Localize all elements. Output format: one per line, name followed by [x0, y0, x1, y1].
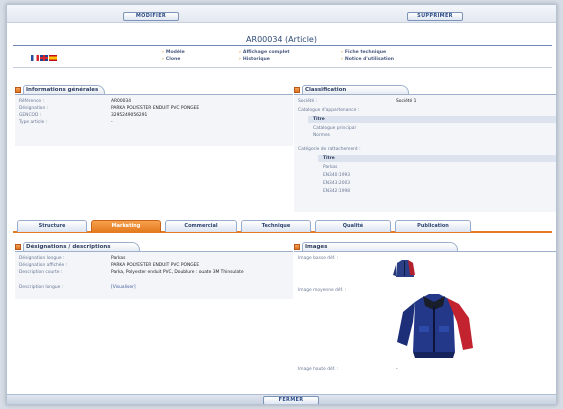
parka-thumbnail-small[interactable] — [392, 257, 418, 281]
section-icon — [294, 86, 300, 93]
tab-structure[interactable]: Structure — [17, 220, 87, 232]
french-flag-icon[interactable] — [31, 55, 39, 61]
link-notice[interactable]: › Notice d'utilisation — [341, 57, 394, 62]
images-panel: Image basse déf. : Image moyenne déf. : … — [294, 251, 556, 379]
section-tabs: Structure Marketing Commercial Technique… — [13, 220, 552, 233]
rattachement-item: EN340:1993 — [323, 173, 351, 178]
english-flag-icon[interactable] — [40, 55, 48, 61]
designations-panel: Désignation longue : Parkas Désignation … — [15, 251, 293, 299]
rattachement-item: Parkas — [323, 165, 338, 170]
arrow-icon: › — [341, 50, 343, 55]
close-button[interactable]: FERMER — [263, 396, 319, 404]
title-divider — [13, 45, 552, 46]
link-clone[interactable]: › Clone — [162, 57, 180, 62]
arrow-icon: › — [162, 57, 164, 62]
spanish-flag-icon[interactable] — [49, 55, 57, 61]
designations-header: Désignations / descriptions — [15, 242, 140, 251]
top-toolbar: MODIFIER SUPPRIMER — [7, 5, 556, 23]
general-info-header: Informations générales — [15, 85, 106, 94]
classification-panel: Société : Société 1 Catalogue d'apparten… — [294, 94, 556, 212]
parka-image-medium[interactable] — [393, 292, 475, 364]
catalogue-item: Catalogue principal — [313, 126, 356, 131]
section-icon — [294, 243, 300, 250]
arrow-icon: › — [162, 50, 164, 55]
tab-marketing[interactable]: Marketing — [91, 220, 161, 232]
classification-header: Classification — [294, 85, 410, 94]
catalogue-item: Normes — [313, 133, 330, 138]
rattachement-item: EN343:2003 — [323, 181, 351, 186]
link-affichage-complet[interactable]: › Affichage complet — [239, 50, 290, 55]
arrow-icon: › — [341, 57, 343, 62]
arrow-icon: › — [239, 50, 241, 55]
bottom-toolbar: FERMER — [7, 394, 556, 404]
links-divider — [13, 67, 552, 68]
images-header: Images — [294, 242, 459, 251]
tab-technique[interactable]: Technique — [241, 220, 311, 232]
rattachement-item: EN342:1998 — [323, 189, 351, 194]
arrow-icon: › — [239, 57, 241, 62]
rattachement-title-bar — [318, 155, 556, 162]
tab-commercial[interactable]: Commercial — [165, 220, 237, 232]
modify-button[interactable]: MODIFIER — [123, 12, 179, 21]
section-icon — [15, 86, 21, 93]
delete-button[interactable]: SUPPRIMER — [407, 12, 463, 21]
section-icon — [15, 243, 21, 250]
visualiser-link[interactable]: [Visualiser] — [111, 285, 136, 290]
link-fiche-technique[interactable]: › Fiche technique — [341, 50, 386, 55]
article-window: MODIFIER SUPPRIMER AR00034 (Article) › Mo… — [6, 4, 557, 405]
page-title: AR00034 (Article) — [246, 35, 317, 44]
link-modele[interactable]: › Modèle — [162, 50, 185, 55]
general-info-panel: Référence : AR00034 Désignation : PARKA … — [15, 94, 293, 146]
language-flags — [31, 55, 57, 61]
catalogue-title-bar — [308, 116, 556, 123]
tab-qualite[interactable]: Qualité — [315, 220, 391, 232]
tab-publication[interactable]: Publication — [395, 220, 471, 232]
link-historique[interactable]: › Historique — [239, 57, 270, 62]
